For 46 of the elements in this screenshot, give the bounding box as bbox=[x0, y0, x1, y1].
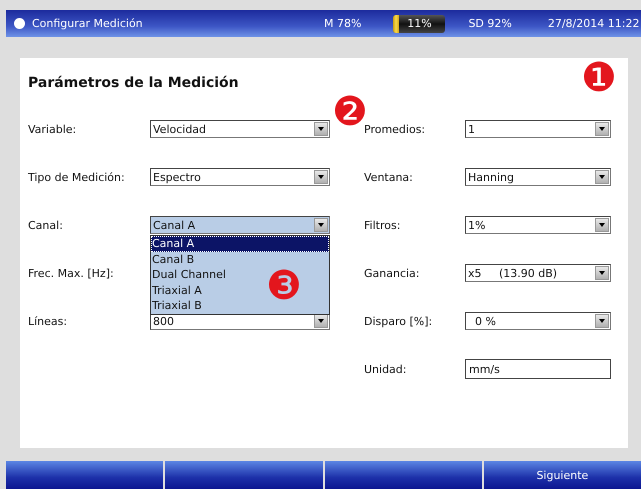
dropdown-option[interactable]: Triaxial B bbox=[151, 298, 202, 314]
dropdown-field[interactable]: Canal A bbox=[150, 216, 330, 234]
date-time: 27/8/2014 11:22 bbox=[548, 17, 640, 30]
panel-title: Parámetros de la Medición bbox=[28, 75, 239, 93]
caret-icon[interactable] bbox=[595, 218, 609, 232]
blank-softkey[interactable] bbox=[165, 461, 322, 489]
blank-softkey[interactable] bbox=[324, 461, 482, 489]
field-label: Ganancia: bbox=[364, 266, 420, 280]
status-dot-icon bbox=[14, 18, 25, 29]
field-label: Ventana: bbox=[364, 170, 414, 184]
memory-status: M 78% bbox=[324, 17, 362, 30]
dropdown-field[interactable]: 1% bbox=[465, 216, 611, 234]
blank-softkey[interactable] bbox=[6, 461, 164, 489]
dropdown-option[interactable]: Dual Channel bbox=[151, 267, 226, 282]
battery-percent: 11% bbox=[407, 17, 432, 30]
dropdown-field[interactable]: Velocidad bbox=[150, 120, 330, 138]
callout-number: ❶ bbox=[581, 58, 617, 98]
field-label: Frec. Max. [Hz]: bbox=[28, 266, 115, 280]
caret-icon[interactable] bbox=[595, 314, 609, 328]
dropdown-option[interactable]: Canal A bbox=[151, 236, 329, 252]
dropdown-field[interactable]: Espectro bbox=[150, 168, 330, 186]
dropdown-option[interactable]: Triaxial A bbox=[151, 282, 202, 298]
input-field[interactable]: mm/s bbox=[465, 359, 611, 379]
field-label: Tipo de Medición: bbox=[28, 170, 126, 184]
caret-icon[interactable] bbox=[314, 218, 328, 232]
caret-icon[interactable] bbox=[595, 170, 609, 184]
field-label: Líneas: bbox=[28, 314, 68, 328]
dropdown-field[interactable]: x5 (13.90 dB) bbox=[465, 264, 611, 282]
softkey-button[interactable]: Siguiente bbox=[484, 461, 641, 489]
field-label: Variable: bbox=[28, 122, 78, 136]
caret-icon[interactable] bbox=[314, 122, 328, 136]
caret-icon[interactable] bbox=[314, 170, 328, 184]
field-label: Filtros: bbox=[364, 218, 402, 232]
field-label: Unidad: bbox=[364, 362, 408, 376]
window-title: Configurar Medición bbox=[32, 17, 144, 30]
dropdown-option[interactable]: Canal B bbox=[151, 252, 194, 267]
caret-icon[interactable] bbox=[595, 266, 609, 280]
field-label: Canal: bbox=[28, 218, 64, 232]
dropdown-field[interactable]: Hanning bbox=[465, 168, 611, 186]
callout-number: ❸ bbox=[266, 266, 302, 306]
sd-status: SD 92% bbox=[468, 17, 512, 30]
caret-icon[interactable] bbox=[314, 314, 328, 328]
dropdown-field[interactable]: 1 bbox=[465, 120, 611, 138]
caret-icon[interactable] bbox=[595, 122, 609, 136]
dropdown-field[interactable]: 0 % bbox=[465, 312, 611, 330]
field-label: Disparo [%]: bbox=[364, 314, 434, 328]
